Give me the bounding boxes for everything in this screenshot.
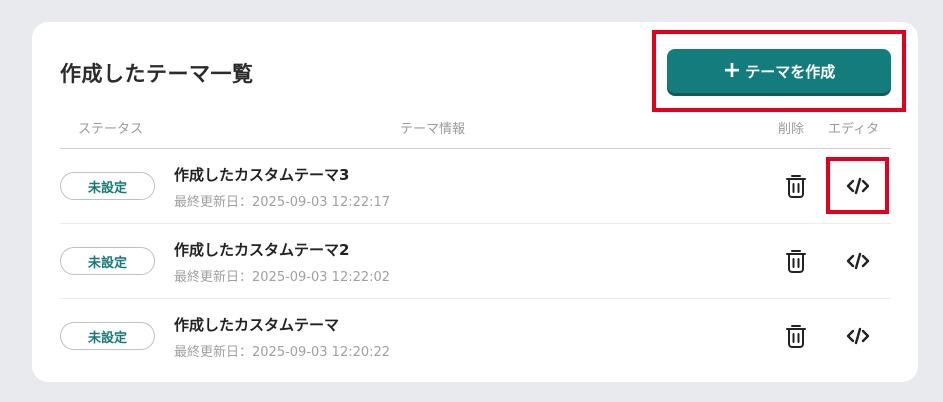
table-row: 未設定 作成したカスタムテーマ2 最終更新日：2025-09-03 12:22:… <box>32 224 918 298</box>
themes-card: 作成したテーマ一覧 + テーマを作成 ステータス テーマ情報 削除 エディタ 未… <box>32 22 918 382</box>
plus-icon: + <box>722 58 742 83</box>
code-icon[interactable] <box>845 175 871 197</box>
header-status: ステータス <box>78 122 144 137</box>
create-theme-label: テーマを作成 <box>745 62 836 81</box>
table-row: 未設定 作成したカスタムテーマ3 最終更新日：2025-09-03 12:22:… <box>32 149 918 223</box>
last-updated: 最終更新日：2025-09-03 12:22:02 <box>174 270 391 285</box>
create-theme-button[interactable]: + テーマを作成 <box>667 49 891 93</box>
header-theme-info: テーマ情報 <box>400 122 466 137</box>
theme-name: 作成したカスタムテーマ2 <box>174 241 350 259</box>
code-icon[interactable] <box>845 250 871 272</box>
theme-name: 作成したカスタムテーマ3 <box>174 166 350 184</box>
table-row: 未設定 作成したカスタムテーマ 最終更新日：2025-09-03 12:20:2… <box>32 299 918 373</box>
header-editor: エディタ <box>828 122 880 137</box>
status-badge: 未設定 <box>60 247 155 275</box>
code-icon[interactable] <box>845 325 871 347</box>
last-updated: 最終更新日：2025-09-03 12:22:17 <box>174 195 391 210</box>
theme-name: 作成したカスタムテーマ <box>174 316 340 334</box>
header-delete: 削除 <box>778 122 805 137</box>
trash-icon[interactable] <box>784 173 808 199</box>
page-title: 作成したテーマ一覧 <box>60 62 254 86</box>
trash-icon[interactable] <box>784 323 808 349</box>
trash-icon[interactable] <box>784 248 808 274</box>
last-updated: 最終更新日：2025-09-03 12:20:22 <box>174 345 391 360</box>
status-badge: 未設定 <box>60 172 155 200</box>
status-badge: 未設定 <box>60 322 155 350</box>
